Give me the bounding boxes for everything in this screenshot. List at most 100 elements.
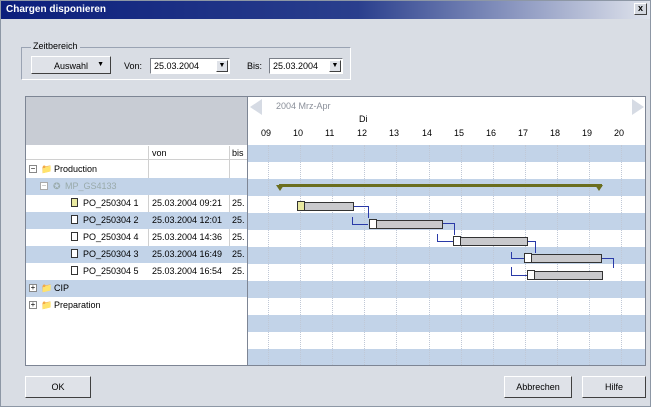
ok-button[interactable]: OK xyxy=(25,376,91,398)
grid-line xyxy=(332,145,333,365)
tree-von: 25.03.2004 12:01 xyxy=(152,215,223,225)
help-button[interactable]: Hilfe xyxy=(582,376,646,398)
gantt-row xyxy=(248,179,645,196)
tree-row-order[interactable]: PO_250304 1 25.03.2004 09:21 25. xyxy=(26,195,247,212)
tree-bis: 25. xyxy=(232,266,245,276)
auswahl-label: Auswahl xyxy=(53,61,89,71)
summary-end-marker-icon xyxy=(595,185,603,191)
gantt-row xyxy=(248,145,645,162)
hour-tick: 14 xyxy=(422,128,433,138)
tree-bis: 25. xyxy=(232,232,245,242)
collapse-icon[interactable]: − xyxy=(29,165,37,173)
tree-row-cip[interactable]: + 📁 CIP xyxy=(26,280,247,297)
tree-row-order[interactable]: PO_250304 5 25.03.2004 16:54 25. xyxy=(26,263,247,280)
hour-tick: 13 xyxy=(389,128,400,138)
summary-bar[interactable] xyxy=(279,184,602,187)
bis-label: Bis: xyxy=(247,61,263,71)
gantt-row xyxy=(248,332,645,349)
time-scale-header: 2004 Mrz-Apr Di 09 10 11 12 13 14 15 16 … xyxy=(248,97,645,145)
grid-line xyxy=(364,145,365,365)
collapse-icon[interactable]: − xyxy=(40,182,48,190)
close-button[interactable]: x xyxy=(634,3,647,15)
order-icon xyxy=(71,198,78,207)
dependency-link[interactable] xyxy=(511,267,527,276)
dropdown-arrow-icon: ▼ xyxy=(97,61,104,68)
document-icon xyxy=(71,249,78,258)
grid-line xyxy=(268,145,269,365)
zeitbereich-label: Zeitbereich xyxy=(31,41,80,51)
gantt-row xyxy=(248,298,645,315)
tree-row-order[interactable]: PO_250304 4 25.03.2004 14:36 25. xyxy=(26,229,247,246)
hour-tick: 10 xyxy=(293,128,304,138)
column-header-bis[interactable]: bis xyxy=(232,148,244,158)
task-bar-po1[interactable] xyxy=(297,202,354,211)
title-bar: Chargen disponieren x xyxy=(1,1,650,19)
bis-date-picker[interactable]: 25.03.2004 ▼ xyxy=(269,58,343,74)
gantt-row xyxy=(248,281,645,298)
period-label: 2004 Mrz-Apr xyxy=(276,101,331,111)
document-icon xyxy=(453,236,461,246)
dependency-link[interactable] xyxy=(437,234,453,242)
task-bar-po2[interactable] xyxy=(369,220,443,229)
window-title: Chargen disponieren xyxy=(6,4,107,15)
hour-tick: 19 xyxy=(582,128,593,138)
chevron-down-icon[interactable]: ▼ xyxy=(216,60,228,72)
tree-row-mp[interactable]: − ✪ MP_GS4133 xyxy=(26,178,247,195)
column-header-von[interactable]: von xyxy=(152,148,167,158)
tree-bis: 25. xyxy=(232,198,245,208)
task-bar-po4[interactable] xyxy=(453,237,528,246)
von-date-picker[interactable]: 25.03.2004 ▼ xyxy=(150,58,230,74)
cancel-button[interactable]: Abbrechen xyxy=(504,376,572,398)
tree-row-order[interactable]: PO_250304 3 25.03.2004 16:49 25. xyxy=(26,246,247,263)
grid-line xyxy=(429,145,430,365)
tree-bis: 25. xyxy=(232,249,245,259)
document-icon xyxy=(369,219,377,229)
hour-tick: 11 xyxy=(325,128,335,138)
hour-tick: 18 xyxy=(550,128,561,138)
hour-tick: 09 xyxy=(261,128,272,138)
hour-tick: 15 xyxy=(454,128,465,138)
tree-von: 25.03.2004 09:21 xyxy=(152,198,223,208)
von-value: 25.03.2004 xyxy=(154,61,200,71)
scroll-left-icon[interactable] xyxy=(250,99,262,115)
grid-line xyxy=(461,145,462,365)
folder-icon: 📁 xyxy=(41,283,53,293)
dependency-link[interactable] xyxy=(528,241,536,253)
hour-tick: 12 xyxy=(357,128,368,138)
task-bar-po5[interactable] xyxy=(527,271,603,280)
document-icon xyxy=(524,253,532,263)
hour-tick: 17 xyxy=(518,128,529,138)
grid-line xyxy=(300,145,301,365)
tree-von: 25.03.2004 14:36 xyxy=(152,232,223,242)
tree-row-production[interactable]: − 📁 Production xyxy=(26,161,247,178)
gantt-row xyxy=(248,162,645,179)
order-icon xyxy=(297,201,305,211)
gantt-panel: von bis − 📁 Production − ✪ MP_GS4133 PO_… xyxy=(25,96,646,366)
task-bar-po3[interactable] xyxy=(524,254,602,263)
dependency-link[interactable] xyxy=(511,252,524,259)
tree-header-area xyxy=(26,97,247,145)
hour-tick: 20 xyxy=(614,128,625,138)
tree-label: Preparation xyxy=(54,300,101,310)
grid-header: von bis xyxy=(26,146,247,160)
tree-label: PO_250304 3 xyxy=(83,249,139,259)
expand-icon[interactable]: + xyxy=(29,284,37,292)
document-icon xyxy=(71,215,78,224)
hour-tick: 16 xyxy=(486,128,497,138)
auswahl-button[interactable]: Auswahl ▼ xyxy=(31,56,111,74)
grid-line xyxy=(396,145,397,365)
tree-label: PO_250304 4 xyxy=(83,232,139,242)
von-label: Von: xyxy=(124,61,143,71)
scroll-right-icon[interactable] xyxy=(632,99,644,115)
tree-row-order[interactable]: PO_250304 2 25.03.2004 12:01 25. xyxy=(26,212,247,229)
dependency-link[interactable] xyxy=(352,217,368,225)
summary-start-marker-icon xyxy=(276,185,284,191)
day-label: Di xyxy=(359,114,368,124)
expand-icon[interactable]: + xyxy=(29,301,37,309)
chevron-down-icon[interactable]: ▼ xyxy=(329,60,341,72)
tree-row-preparation[interactable]: + 📁 Preparation xyxy=(26,297,247,314)
gantt-chart[interactable]: 2004 Mrz-Apr Di 09 10 11 12 13 14 15 16 … xyxy=(247,97,645,365)
grid-line xyxy=(493,145,494,365)
tree-label: PO_250304 1 xyxy=(83,198,139,208)
dependency-link[interactable] xyxy=(602,258,614,268)
